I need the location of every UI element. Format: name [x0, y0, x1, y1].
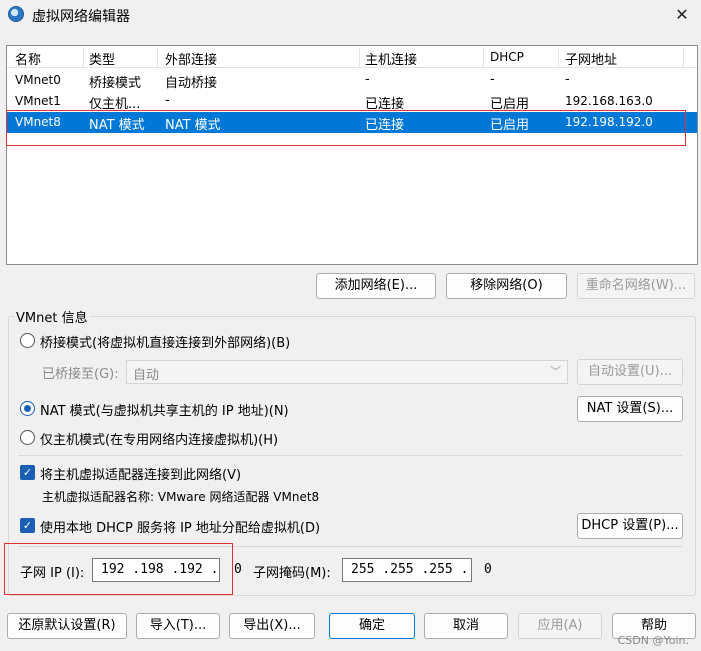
row-name: VMnet0 — [15, 73, 61, 87]
adapter-name-text: 主机虚拟适配器名称: VMware 网络适配器 VMnet8 — [42, 490, 320, 504]
table-row[interactable]: VMnet0 桥接模式 自动桥接 - - - — [7, 70, 697, 91]
import-button[interactable]: 导入(T)... — [136, 613, 220, 639]
row-external: - — [165, 93, 170, 108]
bridged-to-select[interactable]: 自动 ﹀ — [126, 360, 568, 384]
connect-adapter-checkbox[interactable]: ✓ — [20, 465, 35, 480]
watermark: CSDN @Yoin. — [617, 634, 689, 647]
row-name: VMnet8 — [15, 115, 61, 129]
close-button[interactable]: ✕ — [671, 4, 693, 26]
column-header-subnet[interactable]: 子网地址 — [565, 49, 617, 68]
subnet-mask-label: 子网掩码(M): — [253, 566, 331, 581]
column-header-type[interactable]: 类型 — [89, 49, 115, 68]
row-external: 自动桥接 — [165, 76, 218, 91]
bridge-mode-radio[interactable] — [20, 333, 35, 348]
column-header-external[interactable]: 外部连接 — [165, 49, 217, 68]
row-dhcp: - — [490, 72, 495, 87]
row-subnet: - — [565, 72, 570, 87]
row-dhcp: 已启用 — [490, 118, 530, 133]
apply-button[interactable]: 应用(A) — [518, 613, 602, 639]
row-external: NAT 模式 — [165, 118, 221, 133]
bridged-to-value: 自动 — [133, 368, 160, 383]
dhcp-checkbox[interactable]: ✓ — [20, 518, 35, 533]
row-type: NAT 模式 — [89, 118, 145, 133]
nat-mode-radio[interactable] — [20, 401, 35, 416]
row-host: - — [365, 72, 370, 87]
dhcp-settings-button[interactable]: DHCP 设置(P)... — [577, 513, 683, 539]
rename-network-button[interactable]: 重命名网络(W)... — [577, 273, 695, 299]
connect-adapter-label[interactable]: 将主机虚拟适配器连接到此网络(V) — [40, 464, 241, 483]
network-list[interactable]: 名称 类型 外部连接 主机连接 DHCP 子网地址 VMnet0 桥接模式 自动… — [6, 45, 698, 265]
chevron-down-icon: ﹀ — [550, 365, 561, 378]
title-bar: 虚拟网络编辑器 ✕ — [0, 0, 701, 30]
dhcp-label[interactable]: 使用本地 DHCP 服务将 IP 地址分配给虚拟机(D) — [40, 517, 320, 536]
column-header-name[interactable]: 名称 — [15, 49, 41, 68]
vmnet-info-label: VMnet 信息 — [14, 307, 90, 326]
highlight-annotation-box — [4, 543, 233, 595]
row-subnet: 192.198.192.0 — [565, 115, 653, 129]
restore-defaults-button[interactable]: 还原默认设置(R) — [7, 613, 127, 639]
auto-settings-button[interactable]: 自动设置(U)... — [577, 359, 683, 385]
row-name: VMnet1 — [15, 94, 61, 108]
divider — [18, 455, 682, 456]
list-header: 名称 类型 外部连接 主机连接 DHCP 子网地址 — [7, 46, 697, 68]
host-only-label[interactable]: 仅主机模式(在专用网络内连接虚拟机)(H) — [40, 429, 278, 448]
window-title: 虚拟网络编辑器 — [32, 9, 130, 25]
row-host: 已连接 — [365, 118, 405, 133]
nat-settings-button[interactable]: NAT 设置(S)... — [577, 396, 683, 422]
row-type: 桥接模式 — [89, 76, 142, 91]
row-host: 已连接 — [365, 97, 405, 112]
network-globe-icon — [8, 6, 24, 22]
bridged-to-label: 已桥接至(G): — [42, 367, 119, 382]
ok-button[interactable]: 确定 — [329, 613, 415, 639]
column-header-host[interactable]: 主机连接 — [365, 49, 417, 68]
nat-mode-label[interactable]: NAT 模式(与虚拟机共享主机的 IP 地址)(N) — [40, 400, 289, 419]
table-row[interactable]: VMnet1 仅主机... - 已连接 已启用 192.168.163.0 — [7, 91, 697, 112]
add-network-button[interactable]: 添加网络(E)... — [316, 273, 436, 299]
row-type: 仅主机... — [89, 97, 141, 112]
host-only-radio[interactable] — [20, 430, 35, 445]
remove-network-button[interactable]: 移除网络(O) — [446, 273, 567, 299]
bridge-mode-label[interactable]: 桥接模式(将虚拟机直接连接到外部网络)(B) — [40, 332, 290, 351]
export-button[interactable]: 导出(X)... — [229, 613, 315, 639]
column-header-dhcp[interactable]: DHCP — [490, 50, 524, 64]
subnet-mask-input[interactable]: 255 .255 .255 . 0 — [342, 558, 492, 582]
row-subnet: 192.168.163.0 — [565, 94, 653, 108]
table-row-selected[interactable]: VMnet8 NAT 模式 NAT 模式 已连接 已启用 192.198.192… — [7, 112, 697, 133]
row-dhcp: 已启用 — [490, 97, 530, 112]
cancel-button[interactable]: 取消 — [424, 613, 508, 639]
